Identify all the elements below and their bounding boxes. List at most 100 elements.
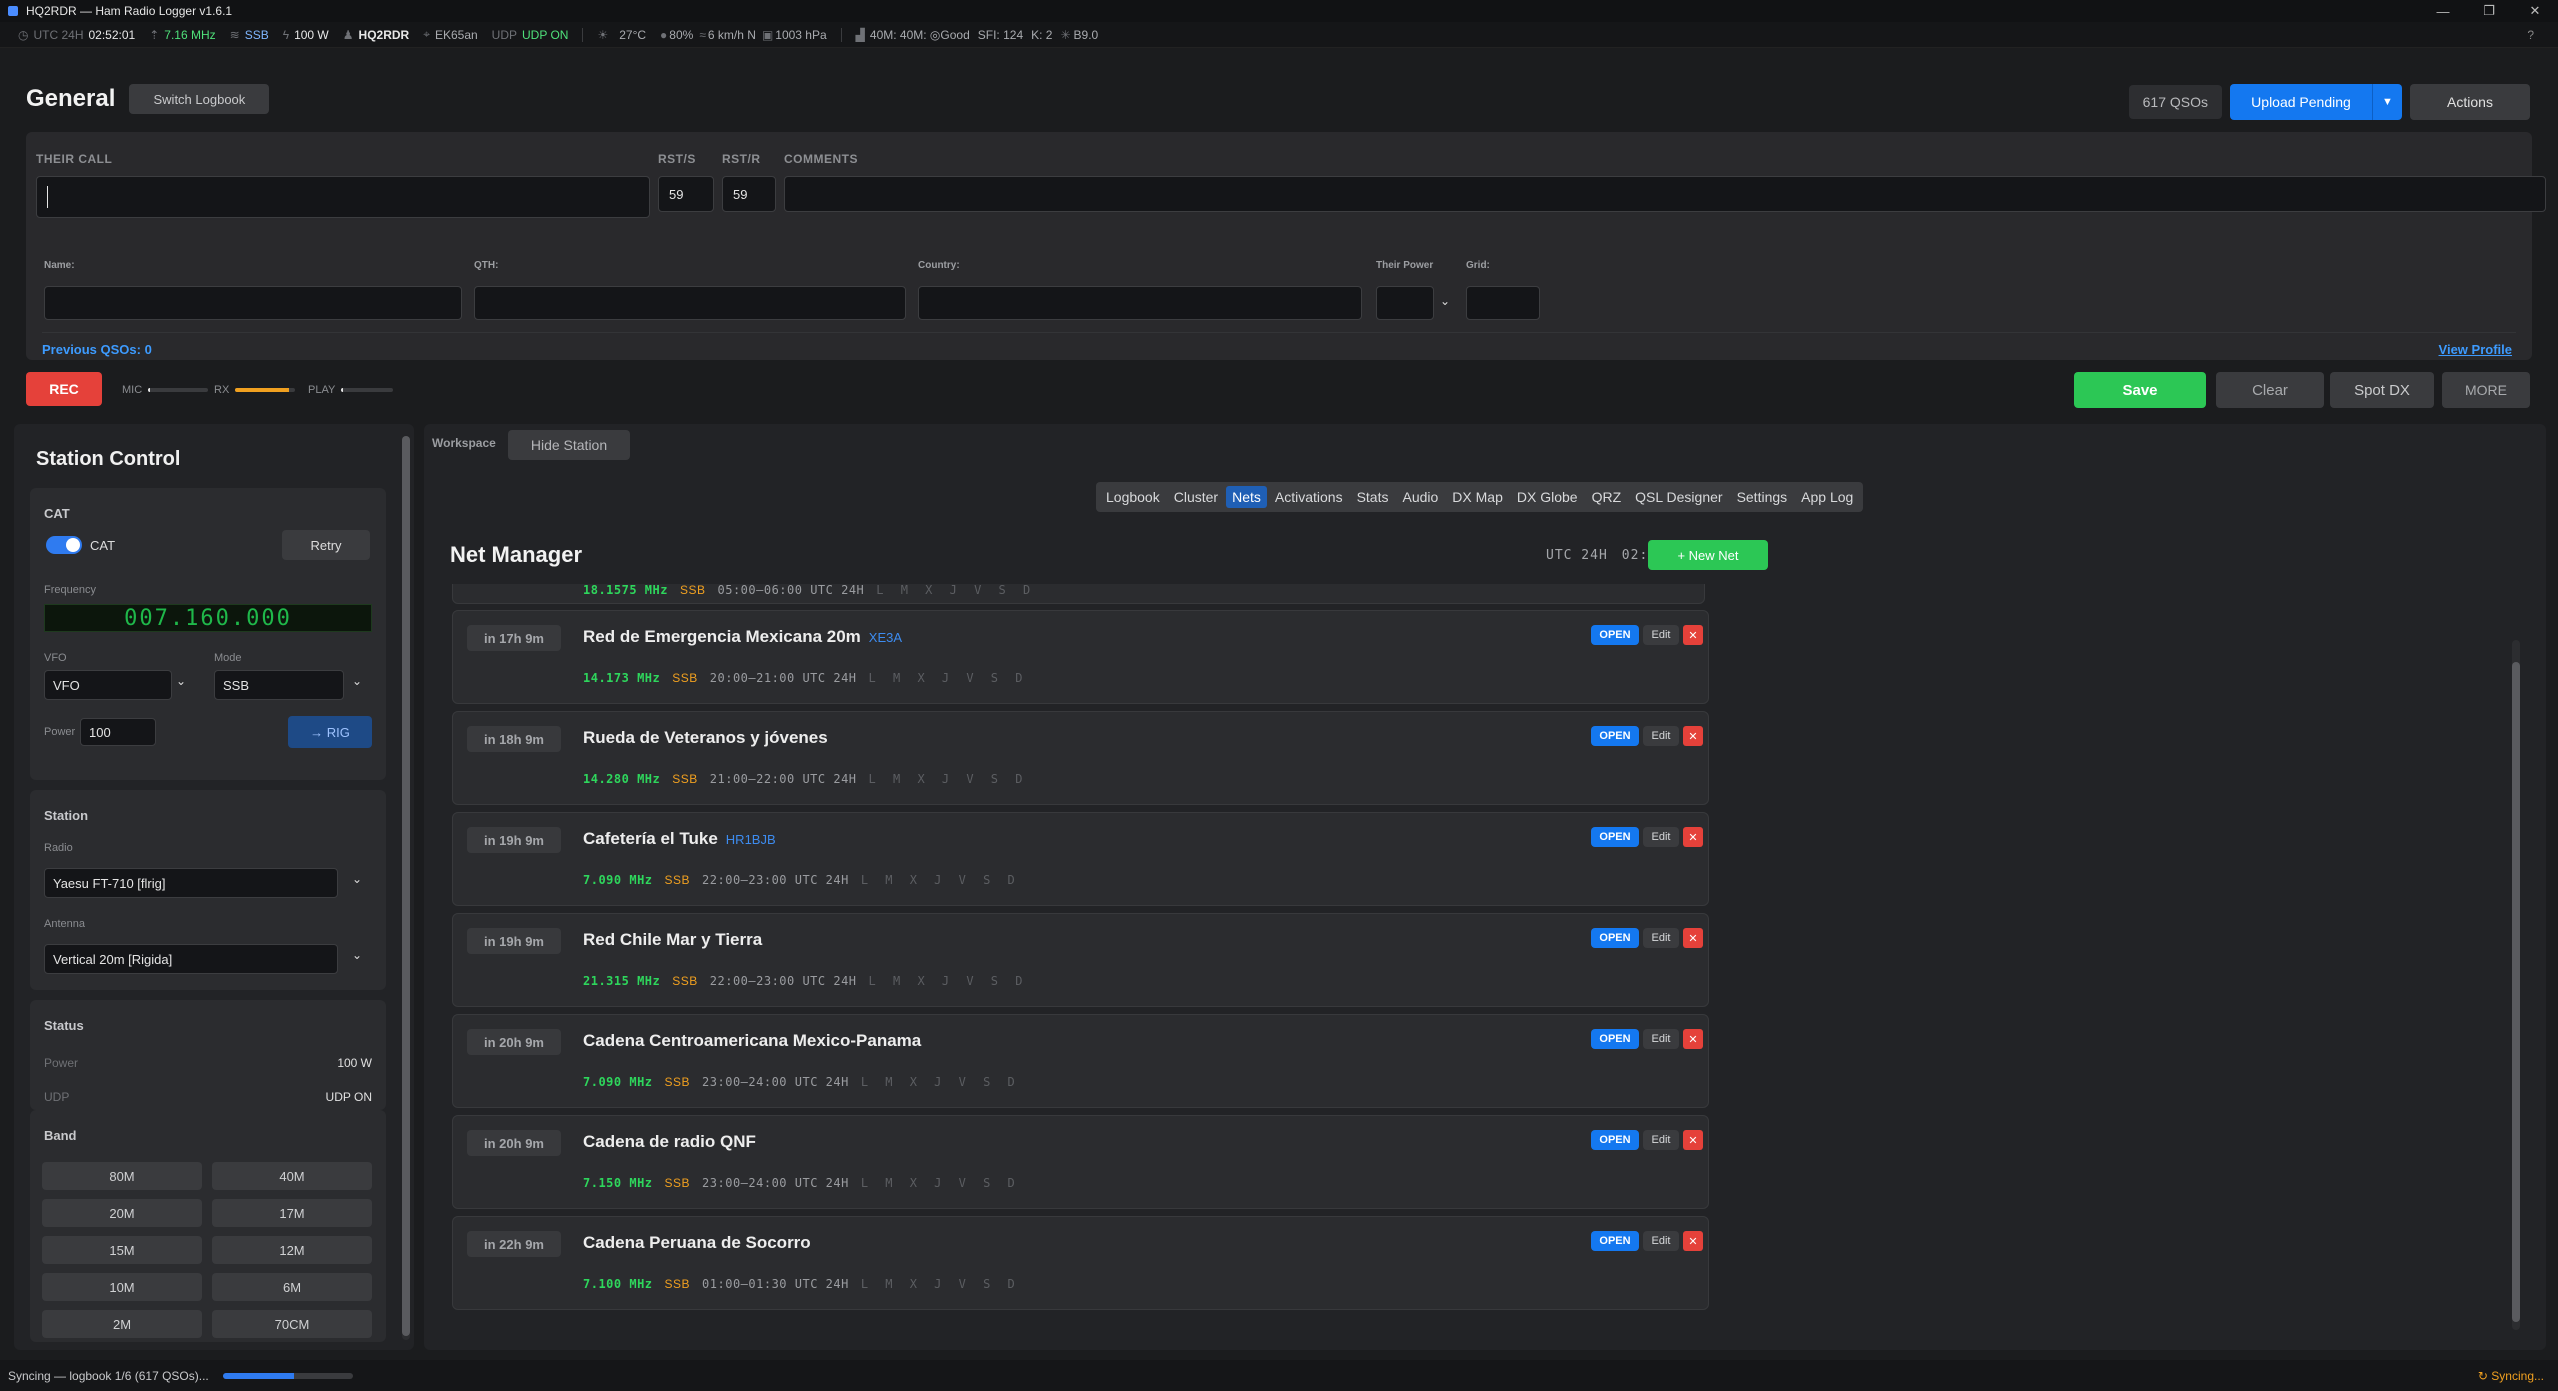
upload-pending-label[interactable]: Upload Pending bbox=[2230, 84, 2372, 120]
tab-dx-globe[interactable]: DX Globe bbox=[1511, 486, 1584, 508]
band-button-70cm[interactable]: 70CM bbox=[212, 1310, 372, 1338]
open-net-button[interactable]: OPEN bbox=[1591, 625, 1639, 645]
upload-pending-button[interactable]: Upload Pending ▼ bbox=[2230, 84, 2402, 120]
radio-select[interactable]: Yaesu FT-710 [flrig] bbox=[44, 868, 338, 898]
tab-logbook[interactable]: Logbook bbox=[1100, 486, 1166, 508]
view-profile-link[interactable]: View Profile bbox=[2439, 342, 2512, 357]
divider bbox=[582, 27, 584, 42]
record-button[interactable]: REC bbox=[26, 372, 102, 406]
close-window-button[interactable]: ✕ bbox=[2512, 0, 2558, 22]
band-button-40m[interactable]: 40M bbox=[212, 1162, 372, 1190]
open-net-button[interactable]: OPEN bbox=[1591, 928, 1639, 948]
tab-dx-map[interactable]: DX Map bbox=[1446, 486, 1509, 508]
open-net-button[interactable]: OPEN bbox=[1591, 1231, 1639, 1251]
new-net-button[interactable]: + New Net bbox=[1648, 540, 1768, 570]
band-button-15m[interactable]: 15M bbox=[42, 1236, 202, 1264]
save-button[interactable]: Save bbox=[2074, 372, 2206, 408]
chevron-down-icon[interactable]: ⌄ bbox=[352, 872, 362, 886]
open-net-button[interactable]: OPEN bbox=[1591, 827, 1639, 847]
tab-app-log[interactable]: App Log bbox=[1795, 486, 1859, 508]
tab-settings[interactable]: Settings bbox=[1731, 486, 1794, 508]
country-input[interactable] bbox=[918, 286, 1362, 320]
tab-qsl-designer[interactable]: QSL Designer bbox=[1629, 486, 1728, 508]
net-time-until-badge: in 19h 9m bbox=[467, 827, 561, 853]
rst-r-input[interactable]: 59 bbox=[722, 176, 776, 212]
hide-station-button[interactable]: Hide Station bbox=[508, 430, 630, 460]
tab-qrz[interactable]: QRZ bbox=[1586, 486, 1628, 508]
station-scrollbar[interactable] bbox=[402, 436, 410, 1340]
delete-net-button[interactable]: ✕ bbox=[1683, 1029, 1703, 1049]
band-button-10m[interactable]: 10M bbox=[42, 1273, 202, 1301]
k-index: K: 2 bbox=[1031, 28, 1052, 42]
edit-net-button[interactable]: Edit bbox=[1643, 1130, 1679, 1150]
comments-label: COMMENTS bbox=[784, 152, 858, 166]
chevron-down-icon[interactable]: ▼ bbox=[2372, 84, 2402, 120]
minimize-button[interactable]: — bbox=[2420, 0, 2466, 22]
status-strip: ◷ UTC 24H 02:52:01 ⇡ 7.16 MHz ≋ SSB ϟ 100 W ♟… bbox=[0, 22, 2558, 48]
tab-stats[interactable]: Stats bbox=[1351, 486, 1395, 508]
scrollbar-thumb[interactable] bbox=[2512, 662, 2520, 1322]
comments-input[interactable] bbox=[784, 176, 2546, 212]
edit-net-button[interactable]: Edit bbox=[1643, 1231, 1679, 1251]
nets-scrollbar[interactable] bbox=[2512, 640, 2520, 1330]
chevron-down-icon[interactable]: ⌄ bbox=[176, 674, 186, 688]
band-button-6m[interactable]: 6M bbox=[212, 1273, 372, 1301]
net-frequency: 7.150 MHz bbox=[583, 1176, 653, 1190]
net-control-callsign[interactable]: HR1BJB bbox=[726, 832, 776, 847]
edit-net-button[interactable]: Edit bbox=[1643, 928, 1679, 948]
more-button[interactable]: MORE bbox=[2442, 372, 2530, 408]
tab-activations[interactable]: Activations bbox=[1269, 486, 1349, 508]
band-button-12m[interactable]: 12M bbox=[212, 1236, 372, 1264]
net-control-callsign[interactable]: XE3A bbox=[869, 630, 902, 645]
cat-toggle[interactable] bbox=[46, 536, 82, 554]
antenna-select[interactable]: Vertical 20m [Rigida] bbox=[44, 944, 338, 974]
tab-cluster[interactable]: Cluster bbox=[1168, 486, 1224, 508]
edit-net-button[interactable]: Edit bbox=[1643, 625, 1679, 645]
actions-button[interactable]: Actions bbox=[2410, 84, 2530, 120]
chevron-down-icon[interactable]: ⌄ bbox=[1440, 294, 1450, 308]
band-button-2m[interactable]: 2M bbox=[42, 1310, 202, 1338]
net-days: L M X J V S D bbox=[860, 1075, 1020, 1089]
previous-qsos-link[interactable]: Previous QSOs: 0 bbox=[42, 342, 152, 357]
frequency-display[interactable]: 007.160.000 bbox=[44, 604, 372, 632]
delete-net-button[interactable]: ✕ bbox=[1683, 1231, 1703, 1251]
band-button-17m[interactable]: 17M bbox=[212, 1199, 372, 1227]
weather-wind: ≈6 km/h N bbox=[699, 28, 756, 42]
clear-button[interactable]: Clear bbox=[2216, 372, 2324, 408]
retry-button[interactable]: Retry bbox=[282, 530, 370, 560]
power-input[interactable]: 100 bbox=[80, 718, 156, 746]
scrollbar-thumb[interactable] bbox=[402, 436, 410, 1336]
maximize-button[interactable]: ❐ bbox=[2466, 0, 2512, 22]
net-time-until-badge: in 22h 9m bbox=[467, 1231, 561, 1257]
their-call-input[interactable] bbox=[36, 176, 650, 218]
edit-net-button[interactable]: Edit bbox=[1643, 726, 1679, 746]
delete-net-button[interactable]: ✕ bbox=[1683, 625, 1703, 645]
switch-logbook-button[interactable]: Switch Logbook bbox=[129, 84, 270, 114]
delete-net-button[interactable]: ✕ bbox=[1683, 1130, 1703, 1150]
edit-net-button[interactable]: Edit bbox=[1643, 1029, 1679, 1049]
net-mode: SSB bbox=[664, 1075, 691, 1089]
grid-input[interactable] bbox=[1466, 286, 1540, 320]
open-net-button[interactable]: OPEN bbox=[1591, 1029, 1639, 1049]
delete-net-button[interactable]: ✕ bbox=[1683, 928, 1703, 948]
rst-s-input[interactable]: 59 bbox=[658, 176, 714, 212]
tab-nets[interactable]: Nets bbox=[1226, 486, 1267, 508]
help-icon[interactable]: ? bbox=[2527, 28, 2534, 42]
qth-input[interactable] bbox=[474, 286, 906, 320]
their-power-select[interactable] bbox=[1376, 286, 1434, 320]
mode-select[interactable]: SSB bbox=[214, 670, 344, 700]
delete-net-button[interactable]: ✕ bbox=[1683, 726, 1703, 746]
name-input[interactable] bbox=[44, 286, 462, 320]
spot-dx-button[interactable]: Spot DX bbox=[2330, 372, 2434, 408]
band-button-20m[interactable]: 20M bbox=[42, 1199, 202, 1227]
band-button-80m[interactable]: 80M bbox=[42, 1162, 202, 1190]
tab-audio[interactable]: Audio bbox=[1396, 486, 1444, 508]
open-net-button[interactable]: OPEN bbox=[1591, 726, 1639, 746]
chevron-down-icon[interactable]: ⌄ bbox=[352, 674, 362, 688]
send-to-rig-button[interactable]: → RIG bbox=[288, 716, 372, 748]
edit-net-button[interactable]: Edit bbox=[1643, 827, 1679, 847]
chevron-down-icon[interactable]: ⌄ bbox=[352, 948, 362, 962]
vfo-select[interactable]: VFO bbox=[44, 670, 172, 700]
delete-net-button[interactable]: ✕ bbox=[1683, 827, 1703, 847]
open-net-button[interactable]: OPEN bbox=[1591, 1130, 1639, 1150]
